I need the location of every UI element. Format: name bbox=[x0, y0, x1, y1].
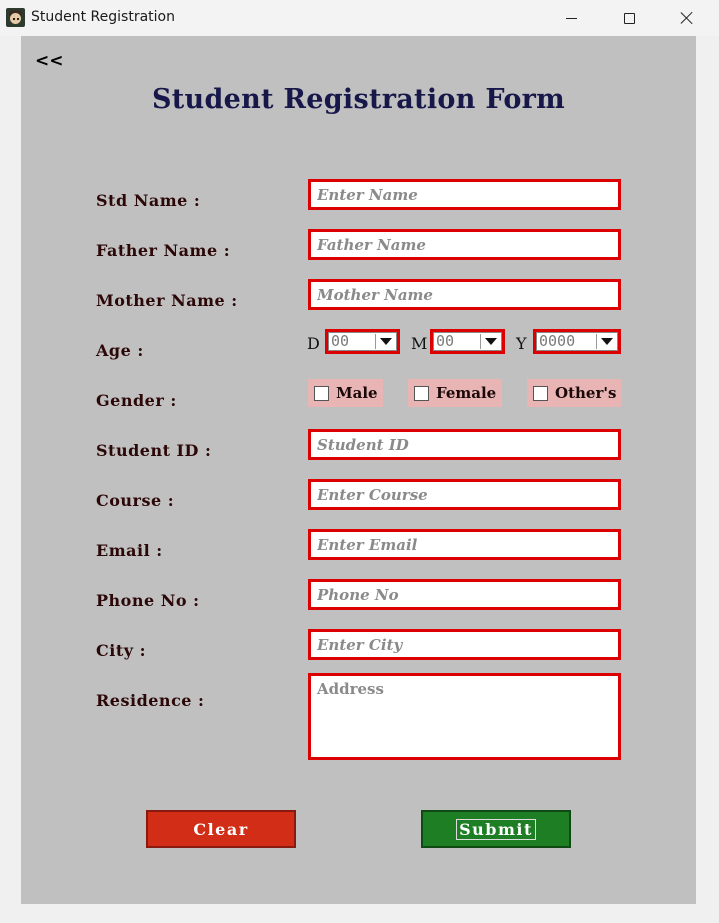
gender-female-option[interactable]: Female bbox=[408, 379, 502, 407]
course-label: Course : bbox=[96, 491, 175, 510]
minimize-button[interactable] bbox=[542, 0, 600, 36]
clear-button[interactable]: Clear bbox=[146, 810, 296, 848]
year-value: 0000 bbox=[539, 332, 576, 350]
father-name-input[interactable] bbox=[311, 232, 618, 257]
email-field-frame bbox=[308, 529, 621, 560]
maximize-button[interactable] bbox=[600, 0, 658, 36]
email-label: Email : bbox=[96, 541, 163, 560]
std-name-input[interactable] bbox=[311, 182, 618, 207]
title-bar: Student Registration bbox=[0, 0, 719, 36]
std-name-field-frame bbox=[308, 179, 621, 210]
submit-button[interactable]: Submit bbox=[421, 810, 571, 848]
age-label: Age : bbox=[96, 341, 144, 360]
day-value: 00 bbox=[331, 332, 350, 350]
month-value: 00 bbox=[436, 332, 455, 350]
clear-button-label: Clear bbox=[193, 819, 249, 839]
phone-input[interactable] bbox=[311, 582, 618, 607]
student-id-field-frame bbox=[308, 429, 621, 460]
minimize-icon bbox=[565, 17, 577, 19]
student-id-label: Student ID : bbox=[96, 441, 212, 460]
chevron-down-icon bbox=[480, 334, 500, 349]
close-icon bbox=[680, 11, 694, 25]
year-select[interactable]: 0000 bbox=[533, 329, 621, 354]
submit-button-label: Submit bbox=[456, 818, 536, 840]
day-label: D bbox=[307, 334, 320, 353]
city-input[interactable] bbox=[311, 632, 618, 657]
std-name-label: Std Name : bbox=[96, 191, 201, 210]
male-label: Male bbox=[336, 384, 378, 402]
course-input[interactable] bbox=[311, 482, 618, 507]
father-name-label: Father Name : bbox=[96, 241, 231, 260]
course-field-frame bbox=[308, 479, 621, 510]
father-name-field-frame bbox=[308, 229, 621, 260]
others-label: Other's bbox=[555, 384, 617, 402]
month-select[interactable]: 00 bbox=[430, 329, 505, 354]
student-id-input[interactable] bbox=[311, 432, 618, 457]
phone-label: Phone No : bbox=[96, 591, 200, 610]
back-button[interactable]: << bbox=[35, 51, 64, 71]
window-bottom-edge bbox=[0, 904, 719, 923]
close-button[interactable] bbox=[658, 0, 716, 36]
phone-field-frame bbox=[308, 579, 621, 610]
chevron-down-icon bbox=[375, 334, 395, 349]
residence-field-frame bbox=[308, 673, 621, 760]
female-checkbox[interactable] bbox=[414, 385, 429, 401]
day-select[interactable]: 00 bbox=[325, 329, 400, 354]
mother-name-field-frame bbox=[308, 279, 621, 310]
month-label: M bbox=[411, 334, 428, 353]
maximize-icon bbox=[623, 12, 635, 24]
gender-label: Gender : bbox=[96, 391, 177, 410]
others-checkbox[interactable] bbox=[533, 385, 548, 401]
mother-name-input[interactable] bbox=[311, 282, 618, 307]
gender-male-option[interactable]: Male bbox=[308, 379, 383, 407]
city-field-frame bbox=[308, 629, 621, 660]
email-input[interactable] bbox=[311, 532, 618, 557]
chevron-down-icon bbox=[596, 334, 616, 349]
app-icon bbox=[6, 8, 25, 27]
mother-name-label: Mother Name : bbox=[96, 291, 238, 310]
residence-label: Residence : bbox=[96, 691, 205, 710]
city-label: City : bbox=[96, 641, 146, 660]
form-title: Student Registration Form bbox=[151, 84, 566, 115]
female-label: Female bbox=[436, 384, 497, 402]
form-panel: << Student Registration Form Std Name : … bbox=[21, 36, 696, 904]
male-checkbox[interactable] bbox=[314, 385, 329, 401]
window-title: Student Registration bbox=[31, 9, 175, 25]
residence-textarea[interactable] bbox=[311, 676, 618, 757]
year-label: Y bbox=[516, 334, 527, 353]
gender-others-option[interactable]: Other's bbox=[527, 379, 621, 407]
